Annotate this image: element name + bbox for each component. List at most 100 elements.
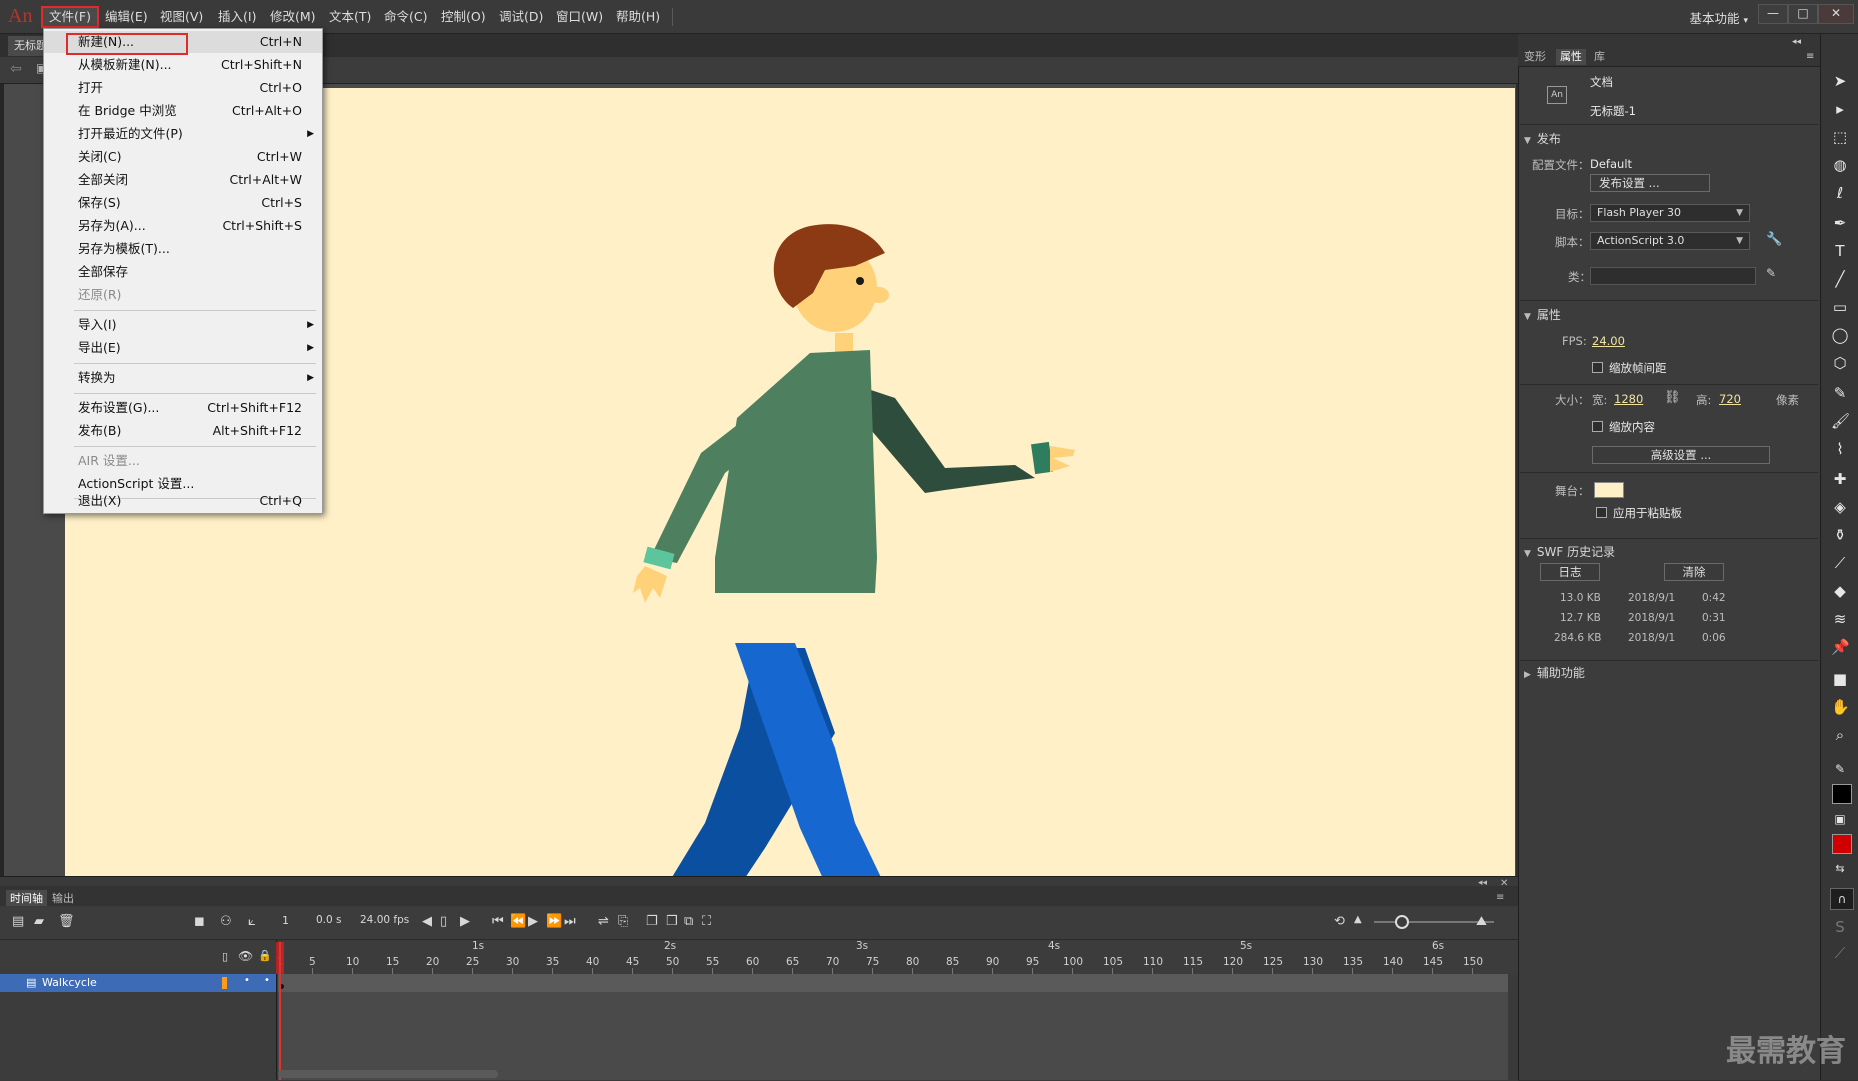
visibility-dot-icon[interactable]: • [244, 975, 250, 986]
current-frame[interactable]: 1 [282, 914, 289, 927]
frame-rate[interactable]: 24.00 fps [360, 914, 409, 926]
edit-multiple-frames-icon[interactable]: ⧉ [684, 914, 693, 929]
menu-window[interactable]: 窗口(W) [556, 8, 603, 26]
step-back-icon[interactable]: ⏪ [510, 914, 526, 929]
straighten-icon[interactable]: ⟋ [1831, 944, 1849, 962]
free-transform-tool-icon[interactable]: ⬚ [1831, 128, 1849, 146]
hand-tool-icon[interactable]: ✋ [1831, 698, 1850, 716]
wrench-icon[interactable]: 🔧 [1766, 232, 1782, 247]
file-menu-save[interactable]: 保存(S) Ctrl+S [44, 192, 322, 214]
menu-insert[interactable]: 插入(I) [218, 8, 256, 26]
advanced-settings-button[interactable]: 高级设置 ... [1592, 446, 1770, 464]
center-frame-icon[interactable]: ⎘ [618, 914, 628, 929]
publish-settings-button[interactable]: 发布设置 ... [1590, 174, 1710, 192]
paint-bucket-tool-icon[interactable]: ◈ [1831, 498, 1849, 516]
menu-control[interactable]: 控制(O) [441, 8, 486, 26]
panel-menu-icon[interactable]: ≡ [1806, 51, 1814, 62]
scale-content-checkbox[interactable] [1592, 421, 1603, 432]
trash-icon[interactable]: 🗑 [58, 914, 75, 929]
lock-icon[interactable]: 🔒 [258, 949, 272, 962]
file-menu-close[interactable]: 关闭(C) Ctrl+W [44, 146, 322, 168]
camera-icon[interactable]: ◼ [194, 914, 205, 929]
eraser-tool-icon[interactable]: ◆ [1831, 582, 1849, 600]
lock-dot-icon[interactable]: • [264, 975, 270, 986]
tab-timeline[interactable]: 时间轴 [6, 890, 47, 906]
ink-bottle-tool-icon[interactable]: ⚱ [1831, 526, 1849, 544]
file-menu-save-all[interactable]: 全部保存 [44, 261, 322, 283]
zoom-in-icon[interactable]: ⛰ [1476, 914, 1487, 929]
last-frame-icon[interactable]: ⏭ [564, 914, 576, 929]
fps-value[interactable]: 24.00 [1592, 334, 1625, 348]
polystar-tool-icon[interactable]: ⬡ [1831, 354, 1849, 372]
file-menu-exit[interactable]: 退出(X) Ctrl+Q [44, 490, 322, 512]
collapse-timeline-icon[interactable]: ◂◂ [1478, 878, 1487, 888]
lasso-tool-icon[interactable]: ℓ [1831, 184, 1849, 202]
tab-transform[interactable]: 变形 [1524, 49, 1546, 65]
workspace-switcher[interactable]: 基本功能 ▾ [1689, 8, 1748, 27]
stroke-color-icon[interactable]: ✎ [1831, 760, 1849, 778]
width-tool-icon[interactable]: ≋ [1831, 610, 1849, 628]
brush-tool-icon[interactable]: ⌇ [1831, 440, 1849, 458]
3d-rotation-tool-icon[interactable]: ◍ [1831, 156, 1849, 174]
layer-parenting-icon[interactable]: ⚇ [220, 914, 232, 929]
minimize-button[interactable]: — [1758, 4, 1788, 24]
timeline-menu-icon[interactable]: ≡ [1496, 892, 1504, 903]
outline-header-icon[interactable]: ▯ [222, 950, 228, 963]
class-input[interactable] [1590, 267, 1756, 285]
onion-markers-icon[interactable]: ⛶ [702, 914, 711, 929]
frame-ruler[interactable] [278, 940, 1518, 974]
link-icon[interactable]: ⛓ [1664, 390, 1681, 405]
fill-color-icon[interactable]: ▣ [1831, 810, 1849, 828]
snap-magnet-icon[interactable]: ∩ [1830, 888, 1854, 910]
playhead[interactable] [279, 942, 281, 1080]
accessibility-section-header[interactable]: ▶ 辅助功能 [1524, 664, 1585, 681]
width-value[interactable]: 1280 [1614, 392, 1643, 406]
file-menu-open-recent[interactable]: 打开最近的文件(P) ▶ [44, 123, 322, 145]
swap-colors-icon[interactable]: ⇆ [1831, 860, 1849, 878]
next-keyframe-icon[interactable]: ▶ [460, 914, 470, 929]
file-menu-open[interactable]: 打开 Ctrl+O [44, 77, 322, 99]
eyedropper-tool-icon[interactable]: ⟋ [1831, 554, 1849, 572]
stage-color-swatch[interactable] [1594, 482, 1624, 498]
undo-icon[interactable]: ⟲ [1334, 914, 1345, 929]
zoom-tool-icon[interactable]: ⌕ [1831, 726, 1849, 744]
camera-tool-icon[interactable]: ■ [1831, 670, 1849, 688]
close-timeline-icon[interactable]: ✕ [1500, 878, 1508, 889]
log-button[interactable]: 日志 [1540, 563, 1600, 581]
line-tool-icon[interactable]: ╱ [1831, 270, 1849, 288]
layer-name[interactable]: Walkcycle [42, 976, 97, 989]
height-value[interactable]: 720 [1719, 392, 1741, 406]
menu-view[interactable]: 视图(V) [160, 8, 203, 26]
scale-spans-checkbox[interactable] [1592, 362, 1603, 373]
insert-keyframe-icon[interactable]: ▯ [440, 914, 447, 929]
zoom-slider-handle[interactable] [1395, 915, 1409, 929]
maximize-button[interactable]: □ [1788, 4, 1818, 24]
play-icon[interactable]: ▶ [528, 914, 538, 929]
menu-help[interactable]: 帮助(H) [616, 8, 660, 26]
back-arrow-icon[interactable]: ⇦ [10, 61, 22, 77]
graph-icon[interactable]: ⟀ [248, 914, 256, 929]
loop-icon[interactable]: ⇌ [598, 914, 609, 929]
menu-modify[interactable]: 修改(M) [270, 8, 316, 26]
bone-tool-icon[interactable]: ✚ [1831, 470, 1849, 488]
current-time[interactable]: 0.0 s [316, 914, 342, 926]
apply-pasteboard-checkbox[interactable] [1596, 507, 1607, 518]
file-menu-save-as[interactable]: 另存为(A)... Ctrl+Shift+S [44, 215, 322, 237]
menu-edit[interactable]: 编辑(E) [105, 8, 148, 26]
file-menu-import[interactable]: 导入(I) ▶ [44, 314, 322, 336]
selection-tool-icon[interactable]: ➤ [1831, 72, 1849, 90]
publish-section-header[interactable]: ▼ 发布 [1524, 130, 1561, 147]
attributes-section-header[interactable]: ▼ 属性 [1524, 306, 1561, 323]
menu-text[interactable]: 文本(T) [329, 8, 371, 26]
new-folder-icon[interactable]: ▰ [34, 914, 44, 929]
paint-brush-tool-icon[interactable]: 🖌 [1831, 412, 1850, 430]
file-menu-save-as-template[interactable]: 另存为模板(T)... [44, 238, 322, 260]
clear-button[interactable]: 清除 [1664, 563, 1724, 581]
file-menu-browse-bridge[interactable]: 在 Bridge 中浏览 Ctrl+Alt+O [44, 100, 322, 122]
close-window-button[interactable]: ✕ [1818, 4, 1854, 24]
file-menu-close-all[interactable]: 全部关闭 Ctrl+Alt+W [44, 169, 322, 191]
layer-frames-row[interactable] [278, 974, 1508, 992]
pin-tool-icon[interactable]: 📌 [1831, 638, 1850, 656]
layer-outline-color[interactable] [222, 977, 227, 989]
oval-tool-icon[interactable]: ◯ [1831, 326, 1849, 344]
